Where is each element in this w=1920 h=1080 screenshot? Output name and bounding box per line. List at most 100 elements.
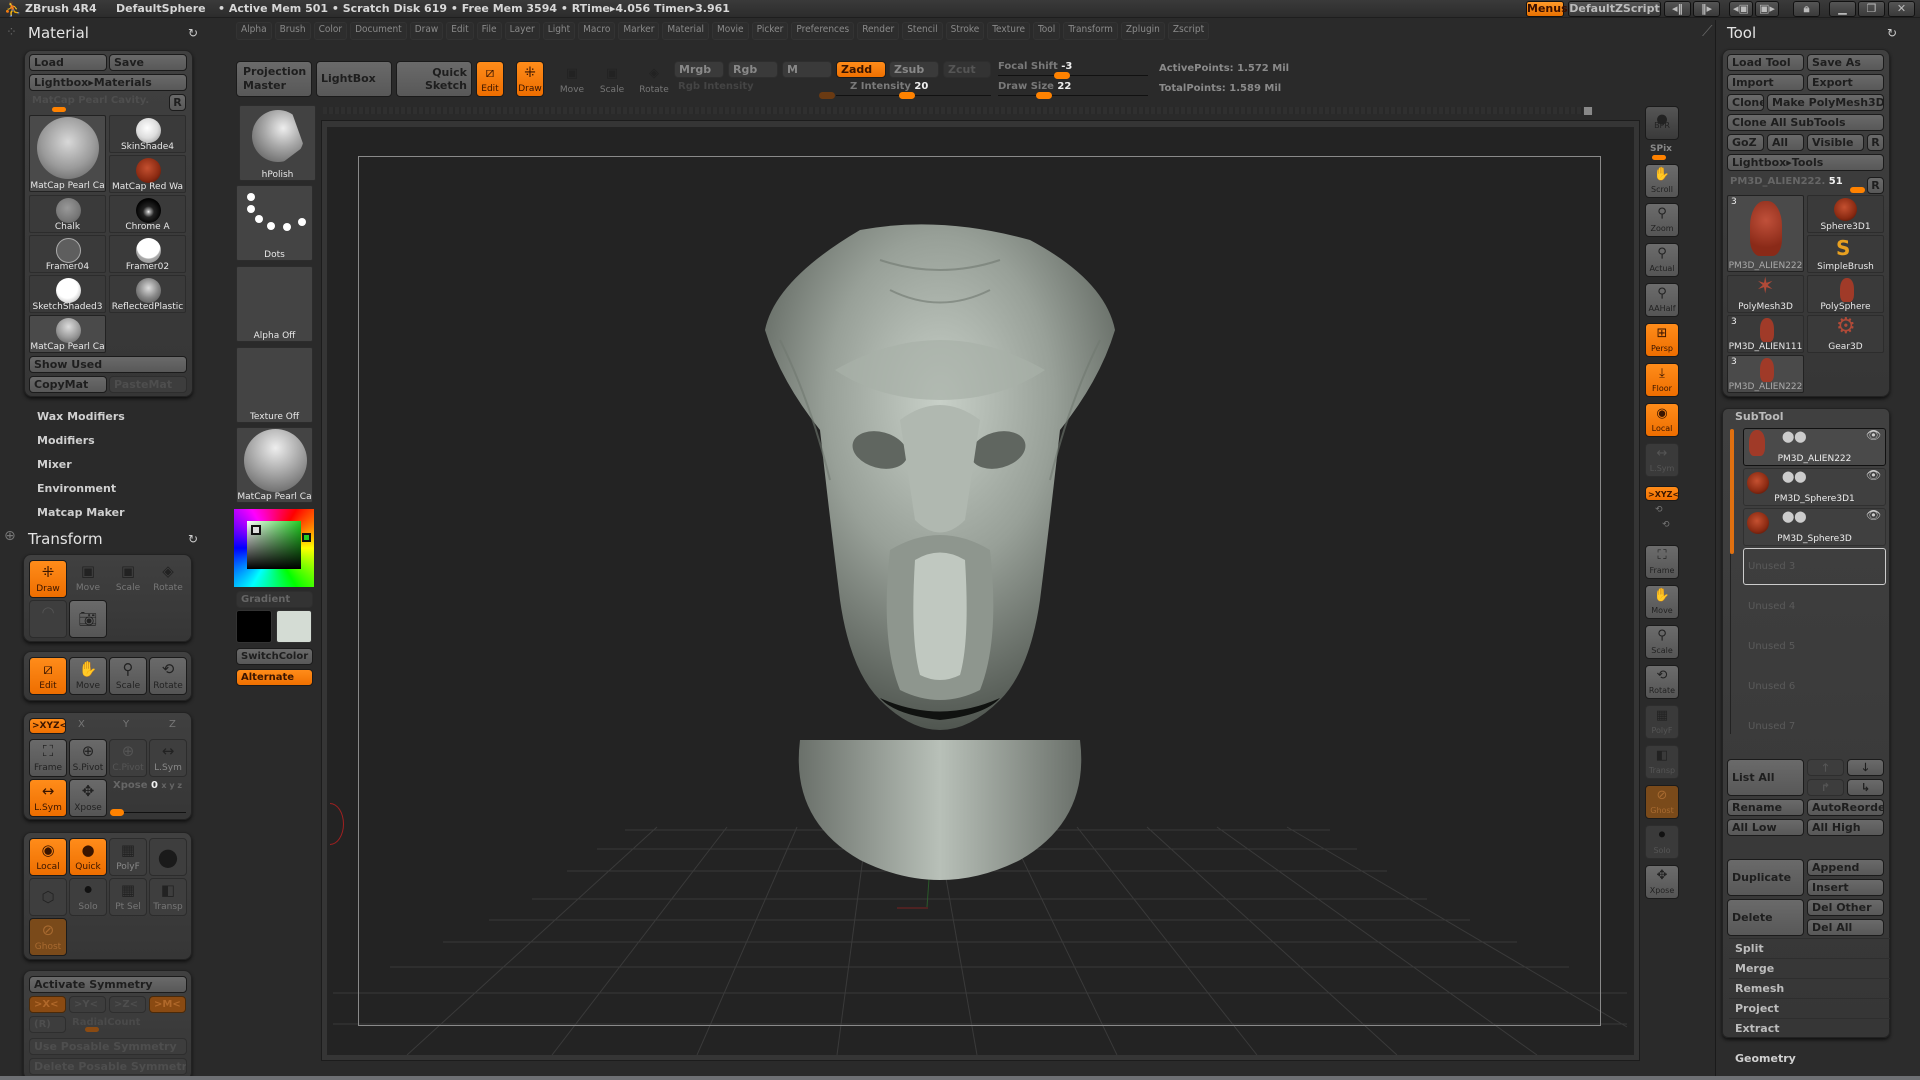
current-stroke-button[interactable]: Dots [236, 185, 313, 261]
subtool-unused-7[interactable]: Unused 7 [1748, 721, 1795, 732]
material-thumb-framer02[interactable]: Framer02 [109, 235, 186, 273]
z-axis-toggle[interactable]: Z [169, 719, 176, 730]
alternate-button[interactable]: Alternate [236, 669, 313, 686]
transform-scale-button[interactable]: ▣ Scale [109, 560, 147, 598]
transform-panel-refresh-icon[interactable]: ↻ [188, 532, 198, 546]
zsub-button[interactable]: Zsub [889, 61, 939, 78]
material-slider[interactable] [52, 107, 66, 112]
edit-mode-button[interactable]: ⧄ Edit [476, 61, 504, 97]
focal-shift-slider[interactable] [1054, 72, 1070, 79]
list-all-button[interactable]: List All [1727, 759, 1804, 796]
zoom-button[interactable]: ⚲ Zoom [1645, 203, 1679, 237]
project-section[interactable]: Project [1729, 998, 1890, 1018]
xpose-slider[interactable] [110, 809, 124, 816]
y-axis-toggle[interactable]: Y [123, 719, 129, 730]
menu-layer[interactable]: Layer [504, 22, 540, 40]
frame-button[interactable]: ⛶ Frame [29, 739, 67, 777]
tool-r-button[interactable]: R [1867, 177, 1884, 194]
scroll-left-icon[interactable]: ◂‖ [1664, 1, 1691, 17]
material-drag-icon[interactable]: ⁘ [6, 25, 17, 40]
rotate-button[interactable]: ⟲ Rotate [149, 657, 187, 695]
tool-thumb-pm3d-alien222[interactable]: 3 PM3D_ALIEN222 [1727, 195, 1804, 272]
all-low-button[interactable]: All Low [1727, 819, 1804, 836]
subtool-item-pm3d-sphere3d[interactable]: ⬤⬤ 👁︎ PM3D_Sphere3D [1743, 508, 1886, 546]
split-section[interactable]: Split [1729, 938, 1890, 958]
pastemat-button[interactable]: PasteMat [109, 376, 187, 393]
xpose-shelf-button[interactable]: ✥ Xpose [1645, 865, 1679, 899]
subtool-unused-5[interactable]: Unused 5 [1748, 641, 1795, 652]
scale-shelf-button[interactable]: ⚲ Scale [1645, 625, 1679, 659]
zcut-button[interactable]: Zcut [943, 61, 991, 78]
rotate-mode-button[interactable]: ◈ Rotate [637, 63, 671, 97]
sym-y-button[interactable]: >Y< [69, 996, 106, 1013]
scale-mode-button[interactable]: ▣ Scale [597, 63, 627, 97]
scroll-right-icon[interactable]: ‖▸ [1693, 1, 1720, 17]
wireframe-sphere-button[interactable]: ● [149, 838, 187, 876]
material-reset-button[interactable]: R [169, 94, 186, 111]
append-button[interactable]: Append [1807, 859, 1884, 876]
current-brush-button[interactable]: hPolish [239, 105, 316, 181]
pt-sel-button[interactable]: ▦ Pt Sel [109, 878, 147, 916]
main-color-swatch[interactable] [236, 610, 272, 643]
menu-light[interactable]: Light [542, 22, 576, 40]
polyframe-button[interactable]: ▦ PolyF [109, 838, 147, 876]
s-pivot-button[interactable]: ⊕ S.Pivot [69, 739, 107, 777]
solo-button[interactable]: ⚫ Solo [69, 878, 107, 916]
show-used-button[interactable]: Show Used [29, 356, 187, 373]
insert-button[interactable]: Insert [1807, 879, 1884, 896]
menu-movie[interactable]: Movie [711, 22, 749, 40]
default-zscript-button[interactable]: DefaultZScript [1568, 1, 1661, 17]
l-sym-active-button[interactable]: ↔ L.Sym [29, 779, 67, 817]
floor-button[interactable]: ⤓ Floor [1645, 363, 1679, 397]
tool-thumb-gear3d[interactable]: ⚙ Gear3D [1807, 314, 1884, 353]
menu-render[interactable]: Render [857, 22, 900, 40]
subtool-polypaint-icon[interactable]: ⬤⬤ [1782, 510, 1807, 523]
goz-visible-button[interactable]: Visible [1807, 134, 1864, 151]
mrgb-button[interactable]: Mrgb [674, 61, 724, 78]
merge-section[interactable]: Merge [1729, 958, 1890, 978]
snapshot-button[interactable]: 📷︎ [69, 600, 107, 638]
rotate-shelf-button[interactable]: ⟲ Rotate [1645, 665, 1679, 699]
subtool-unused-4[interactable]: Unused 4 [1748, 601, 1795, 612]
sym-z-button[interactable]: >Z< [109, 996, 146, 1013]
material-thumb-chrome-a[interactable]: Chrome A [109, 195, 186, 233]
tool-drag-icon[interactable]: ⟋ [1702, 22, 1713, 40]
focal-shift-track[interactable] [998, 75, 1148, 76]
quick-sketch-button[interactable]: Quick Sketch [396, 61, 472, 97]
cube-button[interactable]: ⬡ [29, 878, 67, 916]
lightbox-materials-button[interactable]: Lightbox▸Materials [29, 74, 187, 91]
transp-shelf-button[interactable]: ◧ Transp [1645, 745, 1679, 779]
move-bottom-button[interactable]: ↳ [1847, 779, 1884, 796]
radial-count-slider[interactable] [85, 1027, 99, 1032]
subtool-unused-3[interactable]: Unused 3 [1748, 561, 1795, 572]
xpose-button[interactable]: ✥ Xpose [69, 779, 107, 817]
menu-material[interactable]: Material [662, 22, 709, 40]
menu-alpha[interactable]: Alpha [236, 22, 272, 40]
use-posable-symmetry-button[interactable]: Use Posable Symmetry [29, 1038, 187, 1055]
del-other-button[interactable]: Del Other [1807, 899, 1884, 916]
transform-draw-button[interactable]: ⁜ Draw [29, 560, 67, 598]
subtool-scrollbar[interactable] [1730, 429, 1734, 554]
visibility-eye-icon[interactable]: 👁︎ [1866, 428, 1881, 442]
ghost-button[interactable]: ⊘ Ghost [29, 918, 67, 956]
sym-m-button[interactable]: >M< [149, 996, 186, 1013]
close-icon[interactable]: ✕ [1888, 1, 1915, 17]
timeline-strip[interactable] [323, 107, 1593, 114]
tool-thumb-polysphere[interactable]: PolySphere [1807, 275, 1884, 313]
material-thumb-framer04[interactable]: Framer04 [29, 235, 106, 273]
menu-macro[interactable]: Macro [578, 22, 616, 40]
tool-panel-refresh-icon[interactable]: ↻ [1887, 26, 1897, 40]
frame-shelf-button[interactable]: ⛶ Frame [1645, 545, 1679, 579]
menu-stroke[interactable]: Stroke [945, 22, 985, 40]
move-button[interactable]: ✋ Move [69, 657, 107, 695]
current-texture-button[interactable]: Texture Off [236, 347, 313, 423]
material-thumb-matcap-red-wax[interactable]: MatCap Red Wa [109, 155, 186, 193]
menu-preferences[interactable]: Preferences [791, 22, 855, 40]
xyz-shelf-button[interactable]: >XYZ< [1645, 486, 1679, 501]
transform-panel-title[interactable]: Transform [28, 530, 103, 548]
menu-color[interactable]: Color [313, 22, 348, 40]
extract-section[interactable]: Extract [1729, 1018, 1890, 1038]
minimize-icon[interactable]: ▁ [1829, 1, 1856, 17]
lightbox-button[interactable]: LightBox [316, 61, 392, 97]
switch-color-button[interactable]: SwitchColor [236, 648, 313, 665]
